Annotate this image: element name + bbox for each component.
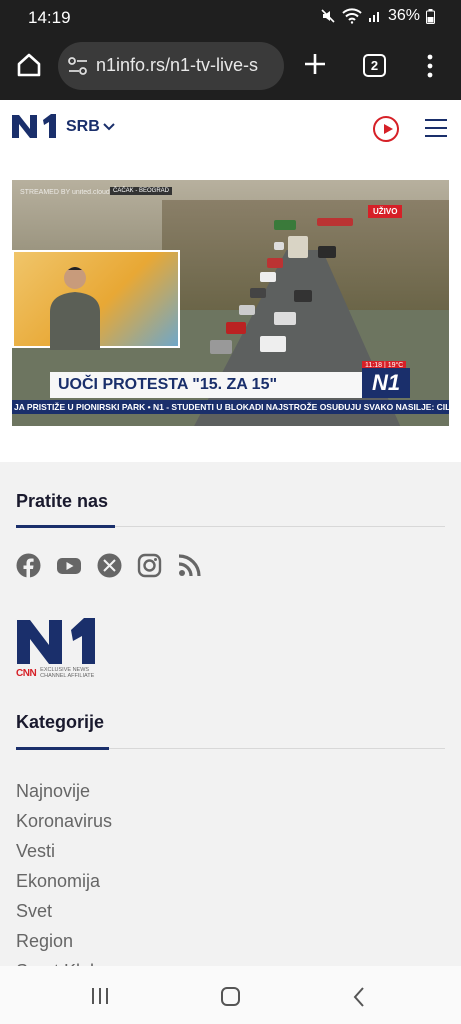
instagram-icon[interactable] bbox=[137, 553, 162, 578]
category-link[interactable]: Vesti bbox=[16, 838, 112, 868]
cnn-logo: CNN bbox=[16, 667, 37, 679]
hamburger-menu-icon[interactable] bbox=[425, 119, 447, 137]
lower-third: UOČI PROTESTA "15. ZA 15" N1 bbox=[12, 368, 449, 400]
guest-figure bbox=[50, 267, 100, 350]
x-icon[interactable] bbox=[97, 553, 122, 578]
browser-chrome: 14:19 36% n1info.rs/n1-tv-live-s 2 bbox=[0, 0, 461, 100]
home-button-icon[interactable] bbox=[221, 987, 240, 1006]
chevron-down-icon bbox=[103, 123, 115, 131]
status-icons: 36% bbox=[320, 7, 435, 25]
stream-label: STREAMED BY united.cloud bbox=[20, 189, 110, 196]
facebook-icon[interactable] bbox=[16, 553, 41, 578]
categories-title: Kategorije bbox=[16, 712, 105, 732]
youtube-icon[interactable] bbox=[56, 553, 82, 578]
category-link[interactable]: Koronavirus bbox=[16, 808, 112, 838]
news-ticker: JA PRISTIŽE U PIONIRSKI PARK • N1 - STUD… bbox=[12, 400, 449, 414]
studio-inset bbox=[12, 250, 180, 350]
tab-switcher-icon[interactable]: 2 bbox=[363, 54, 386, 77]
browser-toolbar: n1info.rs/n1-tv-live-s 2 bbox=[0, 38, 461, 94]
mute-icon bbox=[321, 9, 335, 23]
site-info-icon[interactable] bbox=[67, 56, 89, 76]
category-link[interactable]: Svet bbox=[16, 898, 112, 928]
wifi-icon bbox=[342, 8, 362, 24]
url-text: n1info.rs/n1-tv-live-s bbox=[96, 55, 259, 75]
video-headline: UOČI PROTESTA "15. ZA 15" bbox=[58, 376, 278, 393]
status-bar: 14:19 36% bbox=[0, 0, 461, 34]
follow-title: Pratite nas bbox=[16, 491, 109, 511]
n1-logo[interactable] bbox=[11, 112, 57, 140]
rss-icon[interactable] bbox=[177, 553, 202, 578]
region-selector[interactable]: SRB bbox=[66, 118, 115, 136]
video-section: STREAMED BY united.cloud ČAČAK - BEOGRAD… bbox=[0, 156, 461, 462]
back-icon[interactable] bbox=[352, 986, 366, 1008]
category-list: Najnovije Koronavirus Vesti Ekonomija Sv… bbox=[16, 778, 112, 988]
category-link[interactable]: Region bbox=[16, 928, 112, 958]
channel-logo: N1 bbox=[362, 368, 410, 398]
cnn-affiliate: CNN EXCLUSIVE NEWS CHANNEL AFFILIATE bbox=[16, 667, 95, 679]
url-bar[interactable]: n1info.rs/n1-tv-live-s bbox=[58, 42, 284, 90]
city-tag: ČAČAK - BEOGRAD bbox=[110, 187, 173, 195]
live-video-player[interactable]: STREAMED BY united.cloud ČAČAK - BEOGRAD… bbox=[12, 180, 449, 426]
new-tab-icon[interactable] bbox=[302, 51, 328, 77]
battery-icon bbox=[426, 8, 435, 24]
home-icon[interactable] bbox=[14, 50, 44, 80]
system-nav-bar bbox=[0, 966, 461, 1024]
site-header: SRB bbox=[0, 100, 461, 156]
region-label: SRB bbox=[66, 118, 100, 135]
recent-apps-icon[interactable] bbox=[92, 988, 108, 1004]
live-badge: UŽIVO bbox=[368, 205, 403, 218]
n1-brand-logo bbox=[17, 618, 95, 664]
signal-icon bbox=[368, 12, 379, 22]
social-links bbox=[16, 553, 202, 578]
category-link[interactable]: Ekonomija bbox=[16, 868, 112, 898]
play-live-icon[interactable] bbox=[373, 116, 399, 142]
category-link[interactable]: Najnovije bbox=[16, 778, 112, 808]
more-menu-icon[interactable] bbox=[426, 54, 434, 78]
status-time: 14:19 bbox=[28, 8, 71, 27]
battery-percent: 36% bbox=[387, 7, 420, 24]
